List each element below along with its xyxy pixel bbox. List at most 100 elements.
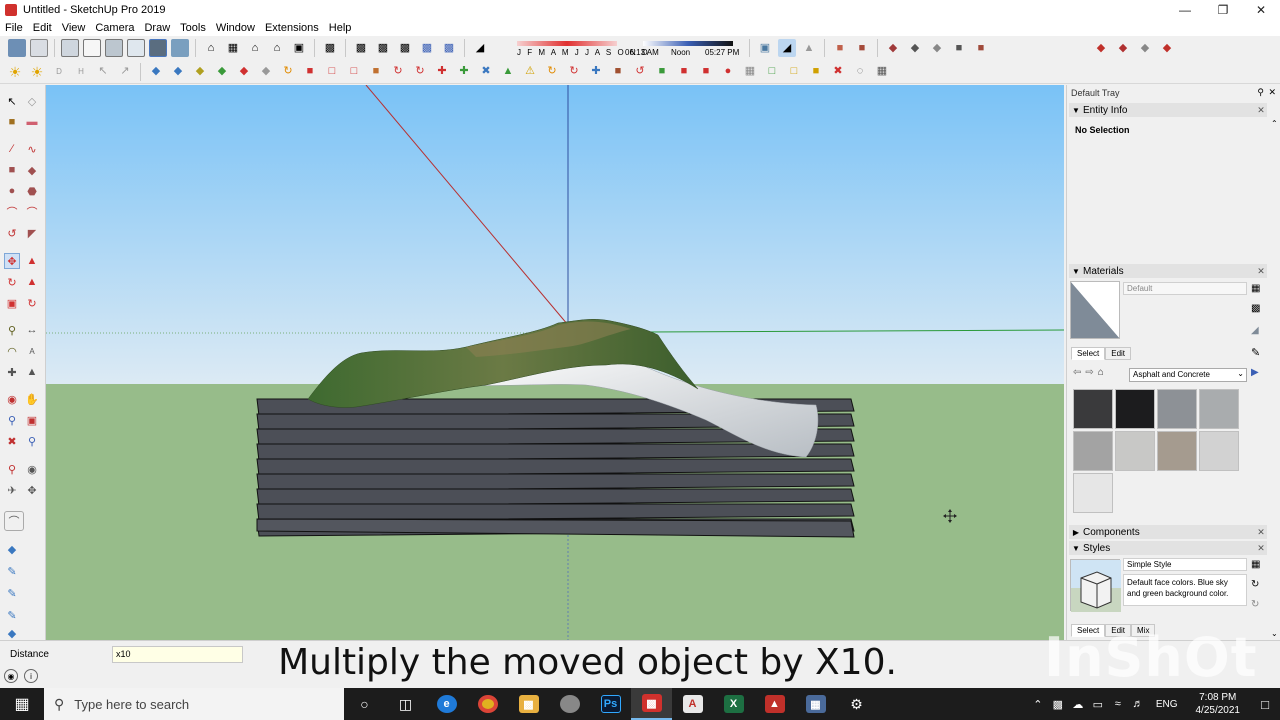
back-icon[interactable]: ⇦ <box>1073 367 1081 378</box>
solid-tools-icon[interactable]: ■ <box>950 39 968 57</box>
menu-help[interactable]: Help <box>324 22 357 34</box>
sandbox-scratch-icon[interactable]: ◆ <box>169 63 187 81</box>
excel-icon[interactable]: X <box>713 688 754 720</box>
swatch[interactable] <box>1199 389 1239 429</box>
line-icon[interactable]: ∕ <box>4 141 20 157</box>
update-style-icon[interactable]: ↻ <box>1251 579 1259 590</box>
two-point-arc-icon[interactable]: ⌒ <box>24 204 40 220</box>
create-material-icon[interactable]: ▦ <box>1251 283 1260 294</box>
volume-icon[interactable]: ♬ <box>1128 698 1148 710</box>
layout-icon[interactable]: ■ <box>972 39 990 57</box>
grid-tool-icon[interactable]: ▦ <box>741 63 759 81</box>
minimize-icon[interactable]: — <box>1166 0 1204 20</box>
steam-icon[interactable] <box>549 688 590 720</box>
rotate2-tool-icon[interactable]: ↻ <box>565 63 583 81</box>
zoom-window-icon[interactable]: ▣ <box>24 412 40 428</box>
home-icon[interactable]: ⌂ <box>1098 367 1104 378</box>
swatch[interactable] <box>1073 473 1113 513</box>
trash-tool-icon[interactable]: ■ <box>609 63 627 81</box>
swatch[interactable] <box>1157 431 1197 471</box>
rectangle-icon[interactable]: ■ <box>4 162 20 178</box>
autocad-icon[interactable]: A <box>672 688 713 720</box>
panel-close-icon[interactable]: ✕ <box>1255 105 1267 116</box>
style-description-field[interactable]: Default face colors. Blue sky and green … <box>1123 574 1247 606</box>
notifications-icon[interactable]: □ <box>1250 697 1280 712</box>
ruby-settings-icon[interactable]: ◆ <box>1158 39 1176 57</box>
chevron-up-icon[interactable]: ⌃ <box>1271 119 1278 128</box>
sketchup-icon[interactable]: ▩ <box>631 688 672 720</box>
modeling-viewport[interactable] <box>46 85 1064 640</box>
tab-edit[interactable]: Edit <box>1105 347 1132 360</box>
settings-gear-icon[interactable]: ⚙ <box>836 688 877 720</box>
curviloft-icon[interactable]: □ <box>345 63 363 81</box>
windows-start-icon[interactable]: ▦ <box>0 688 44 720</box>
entity-info-header[interactable]: ▼ Entity Info ✕ <box>1069 103 1267 117</box>
sun-shadow-icon[interactable]: ☀ <box>6 63 24 81</box>
add-detail-icon[interactable]: ◆ <box>257 63 275 81</box>
maximize-icon[interactable]: ❐ <box>1204 0 1242 20</box>
pointer-icon[interactable]: ↖ <box>94 63 112 81</box>
move-tool-icon[interactable]: ✚ <box>587 63 605 81</box>
rotated-rectangle-icon[interactable]: ◆ <box>24 162 40 178</box>
follow-me-icon[interactable]: ▲ <box>24 274 40 290</box>
three-point-arc-icon[interactable]: ↺ <box>4 225 20 241</box>
paint-bucket-icon[interactable]: ■ <box>4 114 20 130</box>
components-header[interactable]: ▶ Components ✕ <box>1069 525 1267 539</box>
walk-icon[interactable]: ✈ <box>4 482 20 498</box>
calculator-icon[interactable]: ▦ <box>795 688 836 720</box>
arc-icon[interactable]: ⌒ <box>4 204 20 220</box>
stamp-icon[interactable]: ◆ <box>213 63 231 81</box>
dynamic-component-icon[interactable]: ◆ <box>884 39 902 57</box>
panel-close-icon[interactable]: ✕ <box>1255 266 1267 277</box>
dimension-icon[interactable]: ↔ <box>24 322 40 338</box>
taskbar-search[interactable]: ⚲ Type here to search <box>44 688 344 720</box>
clock[interactable]: 7:08 PM 4/25/2021 <box>1196 691 1241 717</box>
chevron-down-icon[interactable]: ⌄ <box>1271 629 1278 638</box>
shaded-icon[interactable] <box>149 39 167 57</box>
day-icon[interactable]: D <box>50 63 68 81</box>
push-pull-icon[interactable]: ▲ <box>24 253 40 269</box>
ruby-console-icon[interactable]: ◆ <box>1092 39 1110 57</box>
battery-icon[interactable]: ▭ <box>1088 698 1108 711</box>
sandbox-view-icon[interactable]: ◢ <box>778 39 796 57</box>
menu-extensions[interactable]: Extensions <box>260 22 324 34</box>
rotate-icon[interactable]: ↻ <box>4 274 20 290</box>
sandbox-from-contours-icon[interactable]: ◆ <box>4 541 20 557</box>
sandbox-drape-icon[interactable]: ✎ <box>4 607 20 623</box>
frame-tool-icon[interactable]: □ <box>763 63 781 81</box>
dots-tool-icon[interactable]: ◌ <box>851 63 869 81</box>
menu-window[interactable]: Window <box>211 22 260 34</box>
blend-tool-icon[interactable]: ■ <box>675 63 693 81</box>
iso-house-icon[interactable]: ⌂ <box>202 39 220 57</box>
sandbox-smoove-icon[interactable]: ✎ <box>4 563 20 579</box>
shadows-toggle-icon[interactable]: ◢ <box>471 39 489 57</box>
acrobat-icon[interactable]: ▲ <box>754 688 795 720</box>
text-icon[interactable]: A <box>24 343 40 359</box>
xray-icon[interactable] <box>61 39 79 57</box>
undo-tool-icon[interactable]: ↺ <box>631 63 649 81</box>
select-icon[interactable]: ↖ <box>4 93 20 109</box>
axes-icon[interactable]: ✚ <box>4 364 20 380</box>
refresh-style-icon[interactable]: ↻ <box>1251 599 1259 610</box>
right-house-icon[interactable]: ⌂ <box>268 39 286 57</box>
resize-icon[interactable]: ↗ <box>116 63 134 81</box>
pin-icon[interactable]: ⚲ <box>1257 87 1264 98</box>
section-plane-icon[interactable]: ▩ <box>321 39 339 57</box>
component-attributes-icon[interactable]: ◆ <box>928 39 946 57</box>
bezier-icon[interactable]: ↻ <box>389 63 407 81</box>
section-icon[interactable]: ✥ <box>24 482 40 498</box>
wireframe-icon[interactable] <box>105 39 123 57</box>
shaded-textures-icon[interactable] <box>171 39 189 57</box>
sandbox-tool-icon[interactable]: ⌒ <box>4 511 24 531</box>
top-view-icon[interactable] <box>30 39 48 57</box>
3d-text-icon[interactable]: ▲ <box>24 364 40 380</box>
rotate-tool-icon[interactable]: ↻ <box>543 63 561 81</box>
flip-edge-icon[interactable]: ↻ <box>279 63 297 81</box>
cross-icon[interactable]: ✚ <box>433 63 451 81</box>
sun-toggle-icon[interactable]: ☀ <box>28 63 46 81</box>
time-slider[interactable] <box>643 41 733 46</box>
swatch[interactable] <box>1073 389 1113 429</box>
eyedropper-icon[interactable]: ✎ <box>1251 346 1260 359</box>
zoom-extents-icon[interactable]: ✖ <box>4 433 20 449</box>
terrain-icon[interactable]: ▲ <box>800 39 818 57</box>
